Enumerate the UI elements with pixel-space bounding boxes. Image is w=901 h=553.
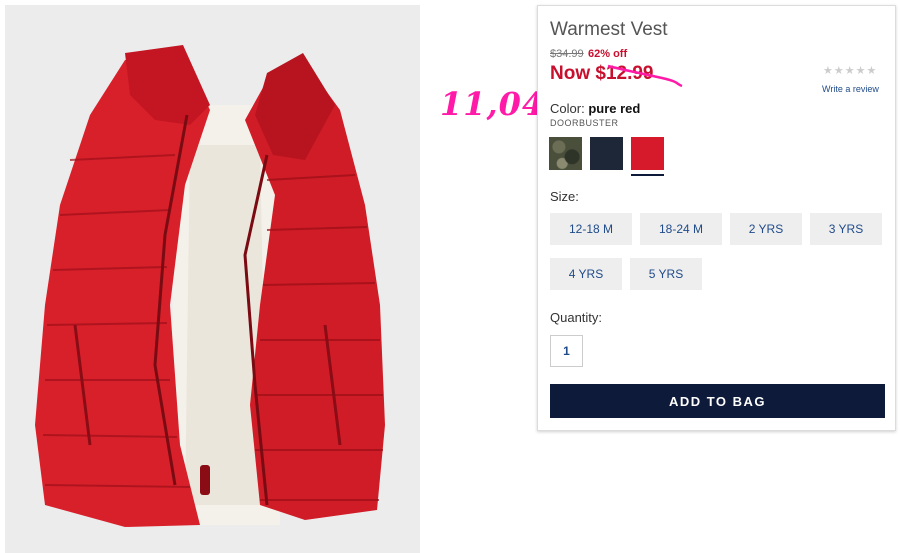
size-button-3yrs[interactable]: 3 YRS [810,213,882,245]
original-price: $34.99 [550,48,584,60]
size-label: Size: [550,189,579,204]
product-image [5,5,420,553]
size-button-5yrs[interactable]: 5 YRS [630,258,702,290]
handwritten-price-note: 11,04 [440,85,546,123]
swatch-camo[interactable] [549,137,582,170]
quantity-input[interactable]: 1 [550,335,583,367]
size-button-18-24m[interactable]: 18-24 M [640,213,722,245]
write-review-link[interactable]: Write a review [822,84,879,94]
color-label-text: Color: [550,101,585,116]
rating-stars: ★★★★★ [823,65,878,77]
red-puffer-vest-illustration [35,45,385,527]
product-details-panel: Warmest Vest $34.99 62% off Now $12.99 ★… [537,5,896,431]
size-button-12-18m[interactable]: 12-18 M [550,213,632,245]
color-label: Color: pure red [550,101,640,116]
color-value: pure red [588,101,641,116]
handwritten-strikethrough [607,64,683,88]
swatch-navy[interactable] [590,137,623,170]
selected-swatch-indicator [631,174,664,176]
doorbuster-badge: DOORBUSTER [550,118,619,128]
add-to-bag-button[interactable]: ADD TO BAG [550,384,885,418]
size-button-2yrs[interactable]: 2 YRS [730,213,802,245]
product-title: Warmest Vest [550,19,668,40]
discount-badge: 62% off [588,48,628,60]
quantity-label: Quantity: [550,310,603,325]
swatch-pure-red[interactable] [631,137,664,170]
size-button-4yrs[interactable]: 4 YRS [550,258,622,290]
